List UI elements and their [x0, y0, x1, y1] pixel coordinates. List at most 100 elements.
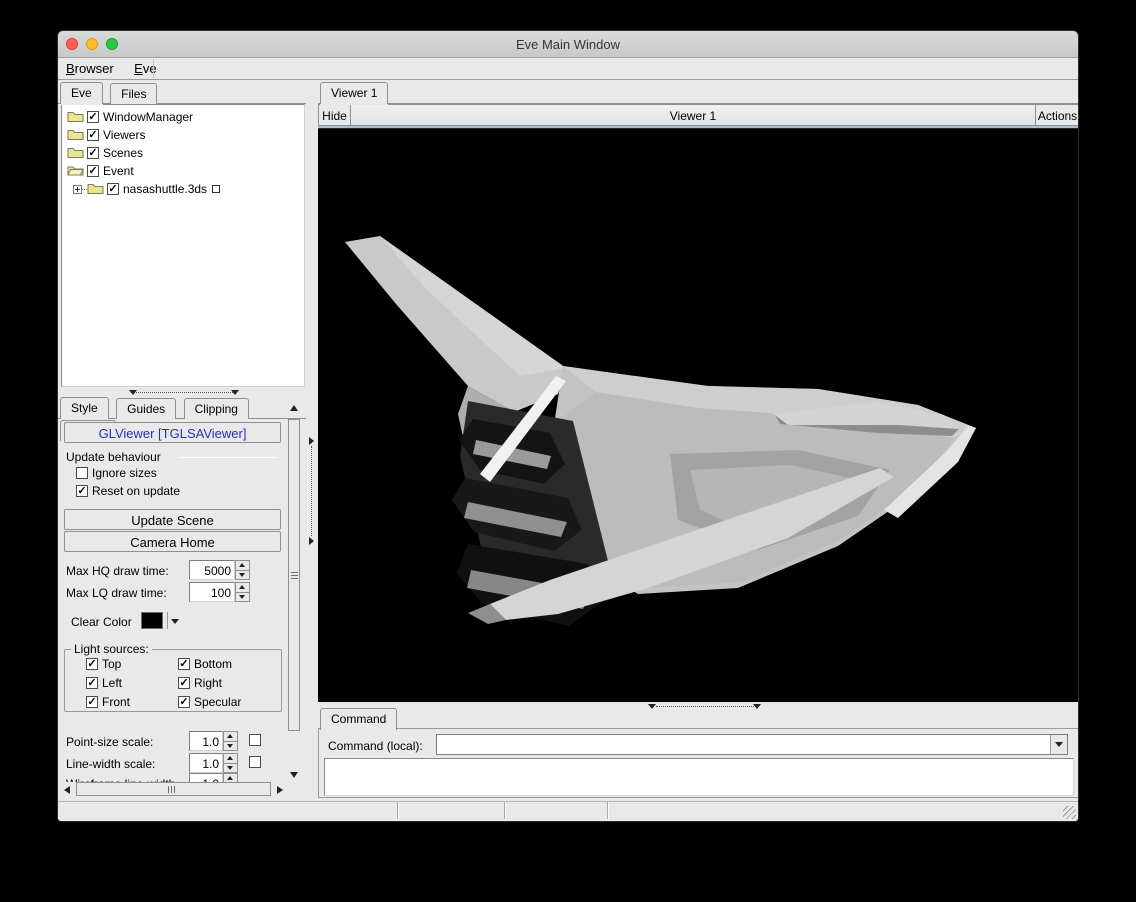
- ged-horizontal-scrollbar[interactable]: [61, 782, 286, 798]
- spin-down-icon[interactable]: [223, 742, 238, 752]
- tree-item-scenes[interactable]: ✓ Scenes: [62, 144, 304, 162]
- eve-main-window: Eve Main Window Browser Eve Eve Files ✓ …: [57, 30, 1079, 822]
- spin-down-icon[interactable]: [235, 593, 250, 603]
- status-section: [58, 802, 398, 819]
- menu-browser[interactable]: Browser: [58, 58, 122, 76]
- status-bar: [58, 801, 1079, 819]
- ged-style-panel: GLViewer [TGLSAViewer] Update behaviour …: [61, 421, 285, 782]
- checkbox-light-bottom[interactable]: ✓Bottom: [175, 657, 281, 671]
- spin-down-icon[interactable]: [235, 571, 250, 581]
- spin-up-icon[interactable]: [235, 560, 250, 571]
- line-width-checkbox[interactable]: [249, 756, 261, 768]
- clear-color-swatch[interactable]: [141, 612, 163, 629]
- checkbox-light-top[interactable]: ✓Top: [83, 657, 175, 671]
- splitter-arrow-icon: [309, 537, 314, 545]
- hide-button[interactable]: Hide: [318, 104, 351, 126]
- tree-item-windowmanager[interactable]: ✓ WindowManager: [62, 108, 304, 126]
- checkbox-ignore-sizes[interactable]: Ignore sizes: [73, 466, 157, 480]
- clear-color-row: Clear Color: [61, 611, 285, 631]
- status-section: [608, 802, 1079, 819]
- tree-item-nasashuttle[interactable]: ✓ nasashuttle.3ds: [62, 180, 304, 198]
- ged-vertical-scrollbar[interactable]: [287, 399, 302, 782]
- splitter-arrow-icon: [309, 437, 314, 445]
- max-hq-spinner[interactable]: [235, 560, 250, 580]
- wireframe-line-width-row: Wireframe line-width 1.0: [61, 773, 285, 782]
- checkbox-box[interactable]: [76, 467, 88, 479]
- max-lq-entry[interactable]: 100: [189, 582, 235, 602]
- point-size-checkbox[interactable]: [249, 734, 261, 746]
- max-hq-entry[interactable]: 5000: [189, 560, 235, 580]
- point-size-scale-row: Point-size scale: 1.0: [61, 731, 285, 751]
- tab-clipping[interactable]: Clipping: [184, 398, 249, 419]
- selection-square-icon[interactable]: [212, 185, 220, 193]
- tree-checkbox[interactable]: ✓: [107, 183, 119, 195]
- scroll-right-icon[interactable]: [277, 786, 283, 794]
- left-tabbar: Eve Files: [58, 82, 306, 104]
- tab-files[interactable]: Files: [110, 83, 157, 104]
- max-lq-draw-time-row: Max LQ draw time: 100: [61, 582, 285, 602]
- ged-tabbar: Style Guides Clipping Extras: [58, 397, 306, 419]
- combo-dropdown-icon[interactable]: [1050, 735, 1067, 754]
- command-combobox[interactable]: [436, 734, 1068, 755]
- spin-up-icon[interactable]: [235, 582, 250, 593]
- tab-guides[interactable]: Guides: [116, 398, 176, 419]
- scroll-up-icon[interactable]: [290, 405, 298, 411]
- checkbox-light-front[interactable]: ✓Front: [83, 695, 175, 709]
- folder-icon: [67, 109, 84, 125]
- checkbox-label: Reset on update: [92, 484, 180, 498]
- tree-item-event[interactable]: ✓ Event: [62, 162, 304, 180]
- tree-item-viewers[interactable]: ✓ Viewers: [62, 126, 304, 144]
- spin-up-icon[interactable]: [223, 753, 238, 764]
- open-folder-icon: [67, 163, 84, 179]
- scroll-left-icon[interactable]: [64, 786, 70, 794]
- resize-grip-icon[interactable]: [1063, 806, 1076, 819]
- menu-eve[interactable]: Eve: [126, 58, 164, 76]
- checkbox-light-specular[interactable]: ✓Specular: [175, 695, 281, 709]
- max-hq-draw-time-row: Max HQ draw time: 5000: [61, 560, 285, 580]
- spin-up-icon[interactable]: [223, 773, 238, 782]
- tree-ged-splitter[interactable]: [61, 388, 305, 397]
- scrollbar-thumb[interactable]: [288, 419, 300, 731]
- checkbox-box[interactable]: ✓: [76, 485, 88, 497]
- glviewer-link-button[interactable]: GLViewer [TGLSAViewer]: [64, 422, 281, 443]
- tree-checkbox[interactable]: ✓: [87, 129, 99, 141]
- line-width-entry[interactable]: 1.0: [189, 753, 223, 773]
- spin-up-icon[interactable]: [223, 731, 238, 742]
- menu-bar: Browser Eve: [58, 58, 1078, 80]
- folder-icon: [67, 145, 84, 161]
- point-size-spinner[interactable]: [223, 731, 238, 751]
- expand-icon[interactable]: [73, 185, 82, 194]
- scrollbar-thumb[interactable]: [76, 782, 271, 796]
- title-bar[interactable]: Eve Main Window: [58, 31, 1078, 58]
- command-output-area[interactable]: [324, 758, 1074, 796]
- update-scene-button[interactable]: Update Scene: [64, 509, 281, 530]
- checkbox-light-right[interactable]: ✓Right: [175, 676, 281, 690]
- actions-button[interactable]: Actions: [1035, 104, 1079, 126]
- viewer-tabbar: Viewer 1: [318, 82, 1079, 104]
- tree-checkbox[interactable]: ✓: [87, 165, 99, 177]
- nasashuttle-model: [318, 128, 1079, 702]
- tree-checkbox[interactable]: ✓: [87, 147, 99, 159]
- tree-checkbox[interactable]: ✓: [87, 111, 99, 123]
- max-lq-spinner[interactable]: [235, 582, 250, 602]
- camera-home-button[interactable]: Camera Home: [64, 531, 281, 552]
- tab-command[interactable]: Command: [320, 708, 397, 730]
- scroll-down-icon[interactable]: [290, 772, 298, 778]
- gl-viewport[interactable]: [318, 126, 1079, 702]
- checkbox-reset-on-update[interactable]: ✓ Reset on update: [73, 484, 180, 498]
- checkbox-light-left[interactable]: ✓Left: [83, 676, 175, 690]
- viewer-title-bar[interactable]: Viewer 1: [351, 104, 1035, 126]
- line-width-spinner[interactable]: [223, 753, 238, 773]
- spin-down-icon[interactable]: [223, 764, 238, 774]
- wireframe-spinner[interactable]: [223, 773, 238, 782]
- color-dropdown-button[interactable]: [167, 612, 180, 629]
- panel-splitter[interactable]: [306, 82, 318, 798]
- tab-viewer-1[interactable]: Viewer 1: [320, 82, 388, 104]
- light-sources-group: Light sources: ✓Top ✓Bottom ✓Left ✓Right…: [64, 642, 282, 712]
- tab-eve[interactable]: Eve: [60, 82, 103, 104]
- tab-style[interactable]: Style: [60, 397, 109, 419]
- line-width-label: Line-width scale:: [66, 757, 155, 771]
- wireframe-entry[interactable]: 1.0: [189, 773, 223, 782]
- point-size-entry[interactable]: 1.0: [189, 731, 223, 751]
- command-input[interactable]: [439, 736, 1047, 752]
